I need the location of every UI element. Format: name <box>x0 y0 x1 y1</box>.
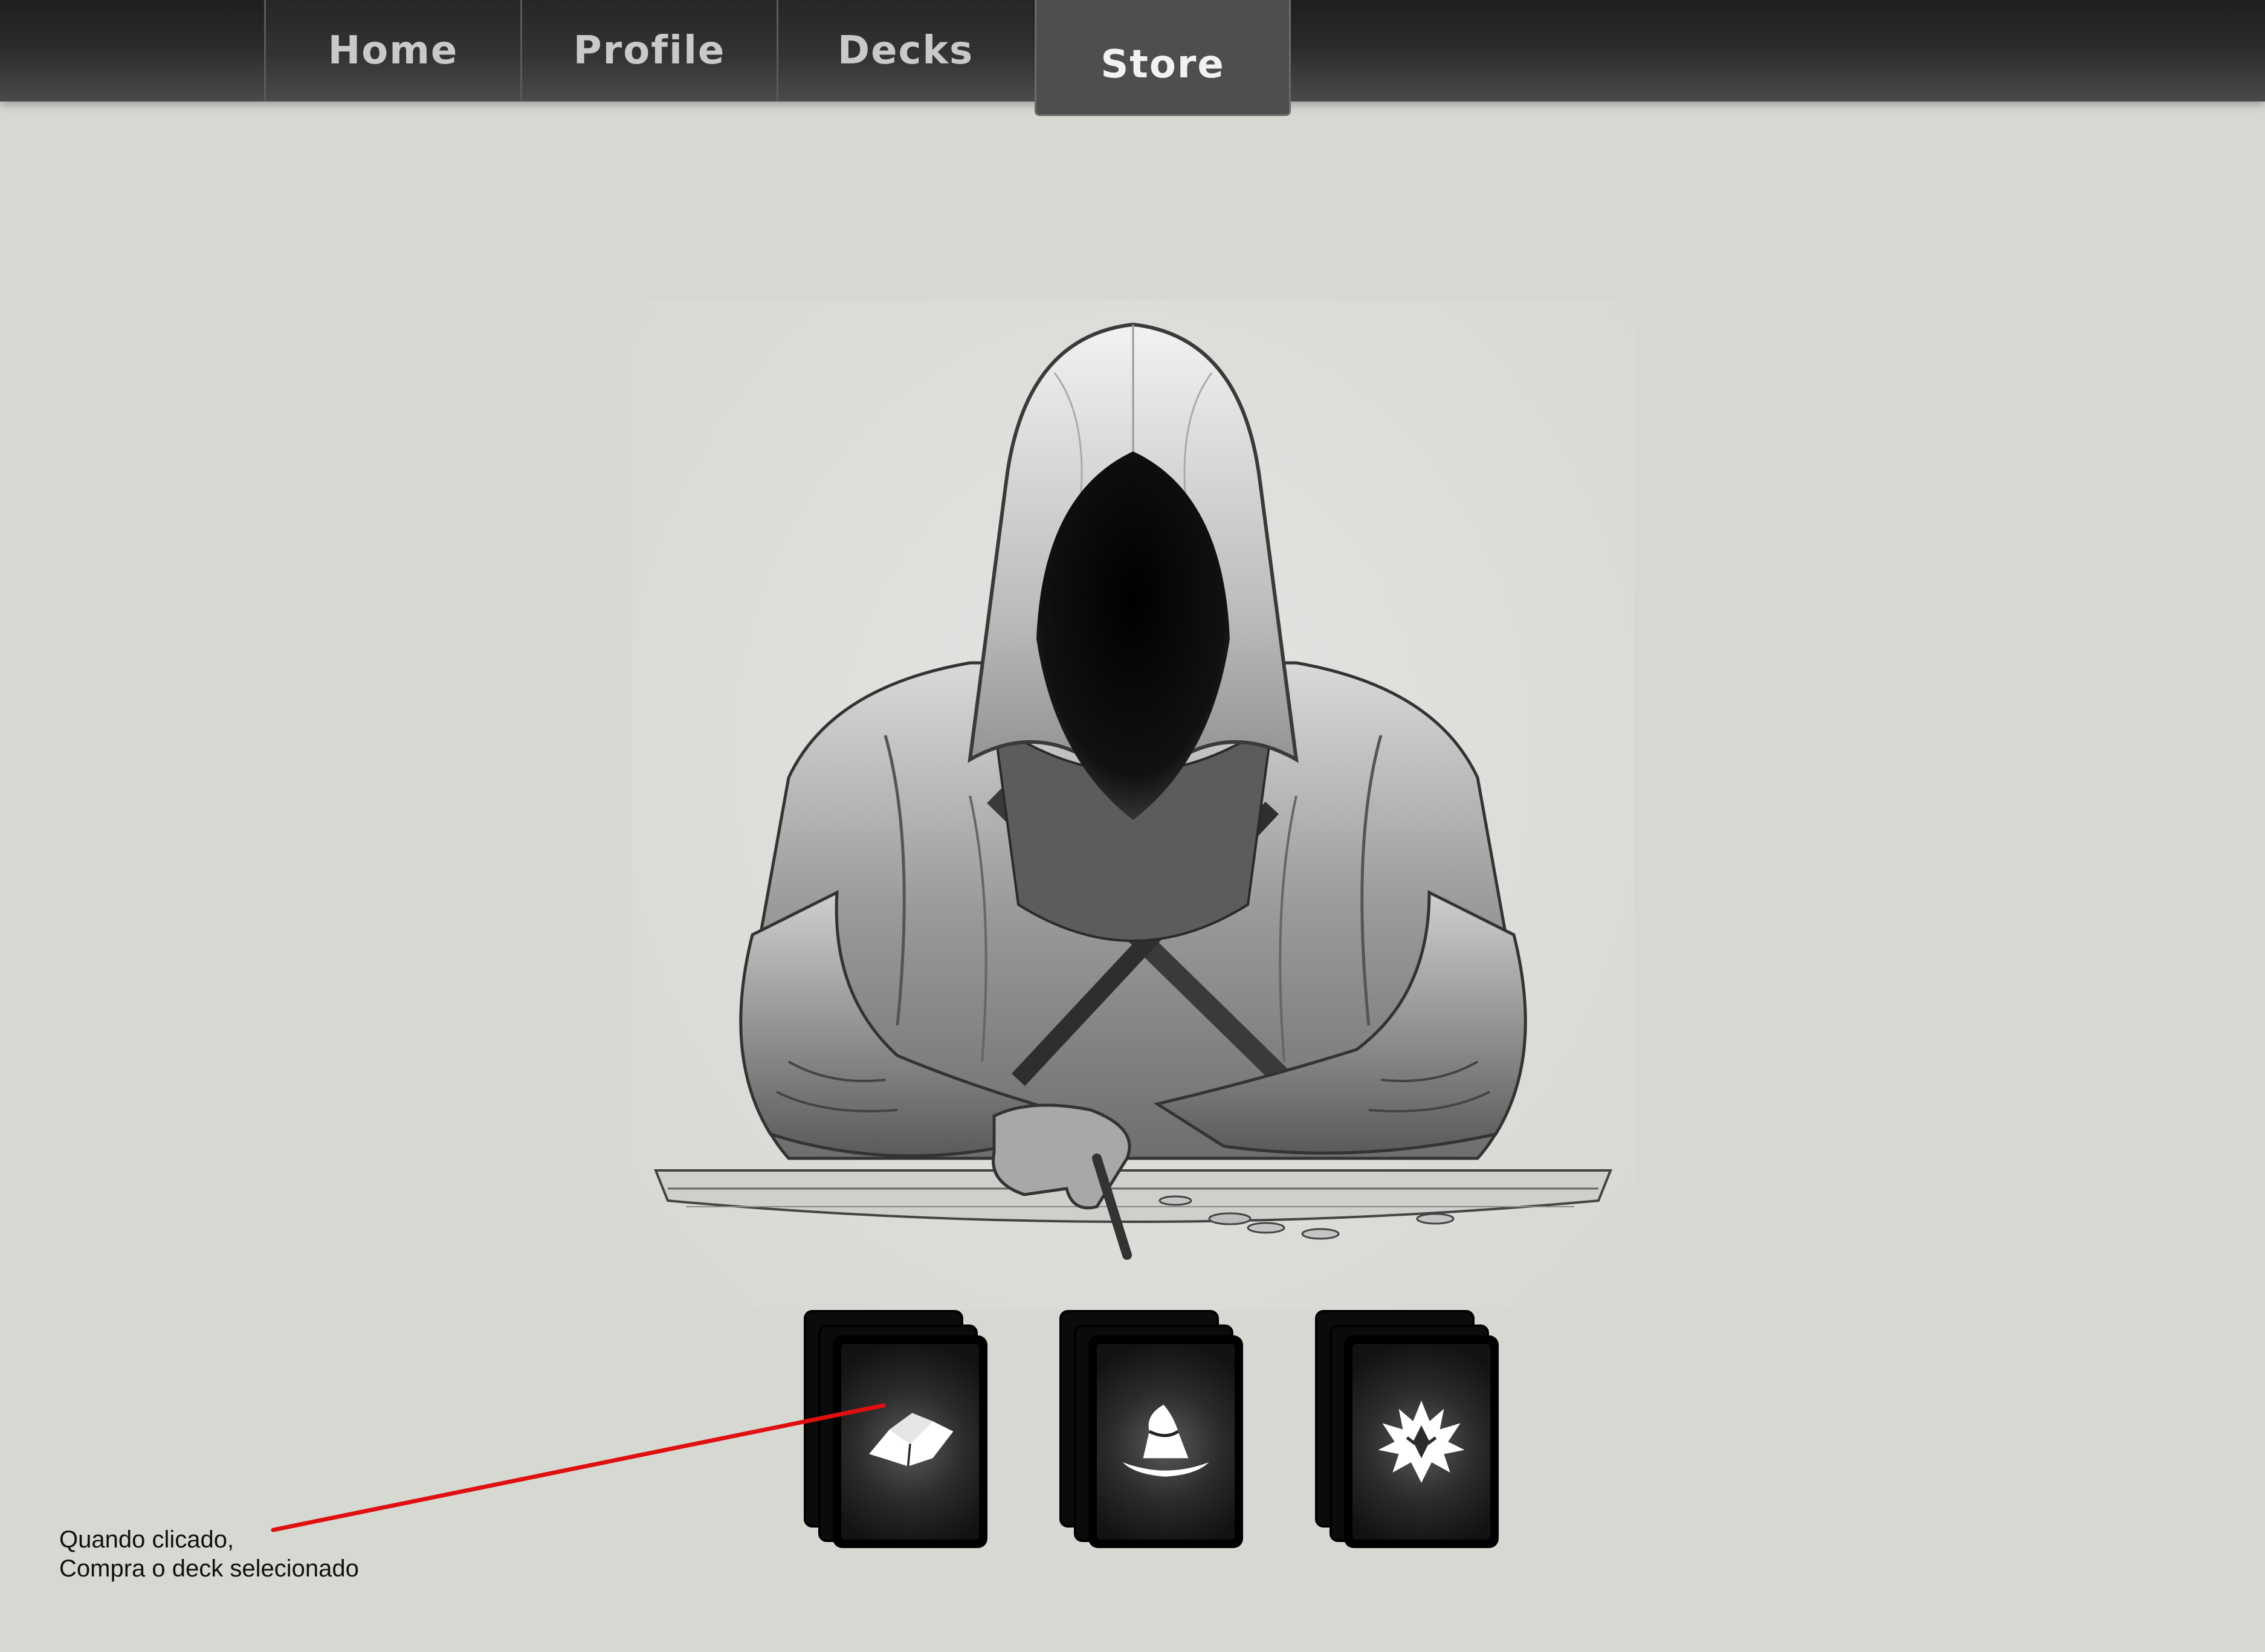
deck-face <box>1352 1344 1490 1540</box>
annotation-line-2: Compra o deck selecionado <box>59 1555 359 1582</box>
tab-profile[interactable]: Profile <box>520 0 777 102</box>
store-page: Home Profile Decks Store Quando clicado,… <box>0 0 2265 1652</box>
tab-home[interactable]: Home <box>264 0 520 102</box>
tab-profile-label: Profile <box>573 28 726 73</box>
tab-store[interactable]: Store <box>1035 0 1291 116</box>
deck-card-wizard[interactable] <box>1059 1310 1247 1553</box>
tab-home-label: Home <box>328 28 459 73</box>
annotation-line-1: Quando clicado, <box>59 1526 234 1553</box>
deck-front <box>1344 1335 1499 1548</box>
hooded-merchant-illustration <box>632 300 1635 1309</box>
deck-front <box>833 1335 987 1548</box>
top-navigation: Home Profile Decks Store <box>0 0 2265 116</box>
deck-front <box>1088 1335 1243 1548</box>
tab-decks-label: Decks <box>837 28 974 73</box>
annotation-note: Quando clicado, Compra o deck selecionad… <box>59 1525 359 1583</box>
tab-decks[interactable]: Decks <box>777 0 1033 102</box>
wizard-hat-icon <box>1122 1404 1209 1477</box>
deck-card-dragon[interactable] <box>1315 1310 1502 1553</box>
deck-face <box>841 1344 979 1540</box>
tab-store-label: Store <box>1100 42 1225 87</box>
open-book-icon <box>869 1413 954 1466</box>
dragon-emblem-icon <box>1378 1401 1465 1483</box>
deck-face <box>1097 1344 1235 1540</box>
hooded-figure-drawing <box>654 322 1612 1260</box>
deck-card-book[interactable] <box>804 1310 991 1553</box>
